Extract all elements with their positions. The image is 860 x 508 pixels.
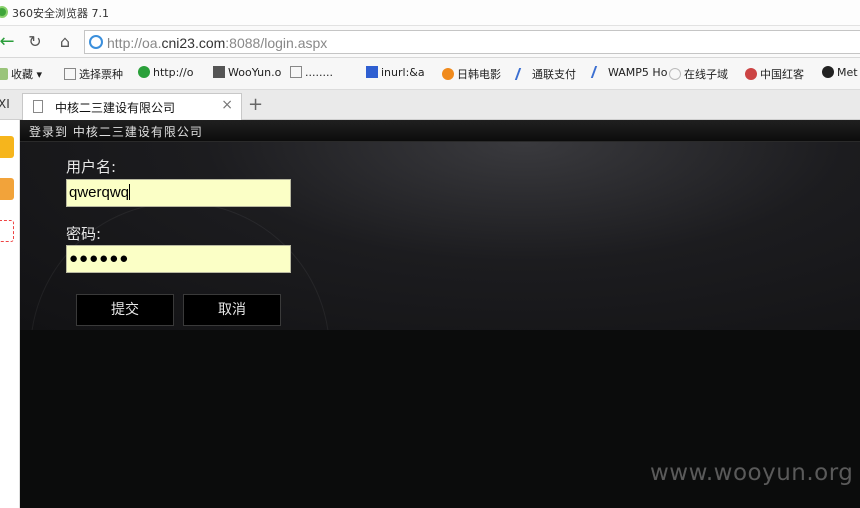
flag-icon [745,68,757,80]
login-page: 登录到 中核二三建设有限公司 用户名: qwerqwq 密码: ●●●●●● 提… [20,120,860,508]
globe-icon [89,35,103,49]
page-title: 登录到 中核二三建设有限公司 [29,125,203,139]
cancel-button[interactable]: 取消 [183,294,281,326]
play-icon [442,68,454,80]
wooyun-icon [213,66,225,78]
navigation-bar: ← ↻ ⌂ http://oa.cni23.com:8088/login.asp… [0,26,860,58]
tab-title: 中核二三建设有限公司 [55,101,176,115]
email-icon[interactable] [0,220,14,242]
back-arrow-icon[interactable]: ← [0,31,18,53]
tab-bar: XI 中核二三建设有限公司 × + [0,90,860,120]
url-text: http://oa.cni23.com:8088/login.aspx [107,35,328,51]
page-header: 登录到 中核二三建设有限公司 [20,120,860,142]
password-field[interactable]: ●●●●●● [66,245,291,273]
window-titlebar: 360安全浏览器 7.1 [0,0,860,26]
password-label: 密码: [66,225,102,243]
username-label: 用户名: [66,158,117,176]
link-icon [514,68,532,80]
bookmark-item[interactable]: WAMP5 Ho [590,66,667,79]
document-icon [64,68,76,80]
bookmark-favorites[interactable]: 收藏 ▾ [0,66,42,82]
bookmark-item[interactable]: http://o [138,66,193,79]
home-icon[interactable]: ⌂ [54,31,76,53]
tab-active[interactable]: 中核二三建设有限公司 × [22,93,242,120]
link-icon [590,66,608,78]
gear-icon [138,66,150,78]
bookmark-item[interactable]: Met [822,66,858,79]
text-caret [129,184,131,200]
username-field[interactable]: qwerqwq [66,179,291,207]
close-icon[interactable]: × [221,97,233,113]
document-icon [33,100,43,113]
tab-prefix: XI [0,97,10,111]
watermark: www.wooyun.org [650,460,854,486]
meta-icon [822,66,834,78]
bookmark-item[interactable]: WooYun.o [213,66,281,79]
star-icon[interactable] [0,136,14,158]
plus-icon[interactable]: + [248,94,263,115]
left-sidebar [0,120,20,508]
address-bar[interactable]: http://oa.cni23.com:8088/login.aspx [84,30,860,54]
cat-icon [669,68,681,80]
weibo-icon[interactable] [0,178,14,200]
bookmark-item[interactable]: 中国红客 [745,66,804,82]
login-panel: 用户名: qwerqwq 密码: ●●●●●● 提交 取消 [20,142,860,330]
document-icon [290,66,302,78]
submit-button[interactable]: 提交 [76,294,174,326]
bookmark-item[interactable]: 通联支付 [514,66,576,82]
bookmark-item[interactable]: 日韩电影 [442,66,501,82]
bookmark-item[interactable]: ........ [290,66,333,79]
window-title: 360安全浏览器 7.1 [12,7,109,20]
360-logo-icon [0,6,8,18]
star-icon [0,68,8,80]
bookmark-item[interactable]: inurl:&a [366,66,425,79]
bookmark-item[interactable]: 选择票种 [64,66,123,82]
bookmark-item[interactable]: 在线子域 [669,66,728,82]
refresh-icon[interactable]: ↻ [24,31,46,53]
paw-icon [366,66,378,78]
bookmarks-bar: 收藏 ▾ 选择票种 http://o WooYun.o ........ inu… [0,58,860,90]
